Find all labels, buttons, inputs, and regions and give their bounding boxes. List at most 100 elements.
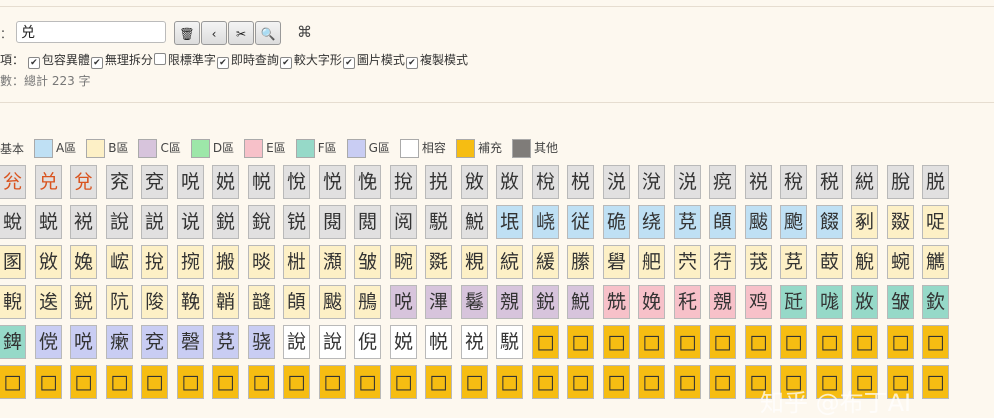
char-cell[interactable]: □ — [851, 325, 878, 359]
back-button[interactable]: ‹ — [201, 21, 227, 45]
char-cell[interactable]: 敚 — [496, 165, 523, 199]
char-cell[interactable]: 兊 — [0, 165, 26, 199]
char-cell[interactable]: 說 — [106, 205, 133, 239]
cut-button[interactable]: ✂ — [228, 21, 254, 45]
char-cell[interactable]: 毲 — [425, 245, 452, 279]
char-cell[interactable]: 錍 — [0, 325, 26, 359]
option-1[interactable]: ✔ 無理拆分 — [90, 51, 153, 69]
char-cell[interactable]: □ — [816, 325, 843, 359]
char-cell[interactable]: □ — [283, 365, 310, 399]
char-cell[interactable]: 陖 — [141, 285, 168, 319]
char-cell[interactable]: 觬 — [851, 245, 878, 279]
char-cell[interactable]: 颰 — [319, 285, 346, 319]
char-cell[interactable]: 鋭 — [70, 285, 97, 319]
char-cell[interactable]: 韼 — [248, 285, 275, 319]
char-cell[interactable]: □ — [390, 365, 417, 399]
char-cell[interactable]: □ — [532, 325, 559, 359]
char-cell[interactable]: 鋭 — [532, 285, 559, 319]
char-cell[interactable]: 磬 — [177, 325, 204, 359]
char-cell[interactable]: 覫 — [496, 285, 523, 319]
char-cell[interactable]: 縢 — [567, 245, 594, 279]
command-icon[interactable]: ⌘ — [297, 23, 312, 41]
char-cell[interactable]: 兑 — [35, 165, 62, 199]
char-cell[interactable]: 綂 — [496, 245, 523, 279]
char-cell[interactable]: □ — [0, 365, 26, 399]
char-cell[interactable]: □ — [603, 325, 630, 359]
char-cell[interactable]: □ — [638, 365, 665, 399]
char-cell[interactable]: 茙 — [745, 245, 772, 279]
option-3[interactable]: ✔ 即時查詢 — [216, 51, 279, 69]
char-cell[interactable]: 税 — [816, 165, 843, 199]
char-cell[interactable]: 鋭 — [212, 205, 239, 239]
char-cell[interactable]: □ — [212, 365, 239, 399]
char-cell[interactable]: 棁 — [567, 165, 594, 199]
option-4[interactable]: ✔ 較大字形 — [279, 51, 342, 69]
char-cell[interactable]: 脱 — [922, 165, 949, 199]
char-cell[interactable]: 脫 — [887, 165, 914, 199]
char-cell[interactable]: □ — [248, 365, 275, 399]
char-cell[interactable]: □ — [461, 365, 488, 399]
char-cell[interactable]: □ — [70, 365, 97, 399]
char-cell[interactable]: 裞 — [70, 205, 97, 239]
char-cell[interactable]: 峣 — [532, 205, 559, 239]
option-2[interactable]: 限標準字 — [153, 51, 216, 68]
char-cell[interactable]: 锐 — [283, 205, 310, 239]
char-cell[interactable]: □ — [177, 365, 204, 399]
checkbox[interactable]: ✔ — [405, 57, 418, 69]
char-cell[interactable]: □ — [141, 365, 168, 399]
char-cell[interactable]: 捝 — [425, 165, 452, 199]
option-0[interactable]: ✔ 包容異體 — [27, 51, 90, 69]
char-cell[interactable]: 娩 — [638, 285, 665, 319]
char-cell[interactable]: 涗 — [638, 165, 665, 199]
char-cell[interactable]: 頧 — [709, 205, 736, 239]
char-cell[interactable]: 兗 — [141, 165, 168, 199]
char-cell[interactable]: 倪 — [354, 325, 381, 359]
char-cell[interactable]: □ — [922, 365, 949, 399]
char-cell[interactable]: 敠 — [887, 205, 914, 239]
char-cell[interactable]: 滭 — [425, 285, 452, 319]
char-cell[interactable]: 帨 — [248, 165, 275, 199]
char-cell[interactable]: 涚 — [674, 165, 701, 199]
char-cell[interactable]: 涚 — [603, 165, 630, 199]
char-cell[interactable]: 舥 — [638, 245, 665, 279]
char-cell[interactable]: 挩 — [390, 165, 417, 199]
char-cell[interactable]: 逘 — [35, 285, 62, 319]
char-cell[interactable]: 瀩 — [319, 245, 346, 279]
char-cell[interactable]: 哤 — [816, 285, 843, 319]
char-cell[interactable]: □ — [425, 365, 452, 399]
option-5[interactable]: ✔ 圖片模式 — [342, 51, 405, 69]
char-cell[interactable]: 鮵 — [567, 285, 594, 319]
char-cell[interactable]: 説 — [141, 205, 168, 239]
char-cell[interactable]: 輗 — [0, 285, 26, 319]
char-cell[interactable]: 莌 — [212, 325, 239, 359]
checkbox[interactable] — [153, 53, 166, 65]
char-cell[interactable]: 瘶 — [106, 325, 133, 359]
char-cell[interactable]: □ — [496, 365, 523, 399]
char-cell[interactable]: 帨 — [425, 325, 452, 359]
char-cell[interactable]: □ — [567, 325, 594, 359]
char-cell[interactable]: □ — [603, 365, 630, 399]
char-cell[interactable]: 駾 — [425, 205, 452, 239]
char-cell[interactable]: 阅 — [390, 205, 417, 239]
char-cell[interactable]: 蜕 — [35, 205, 62, 239]
char-cell[interactable]: 蜿 — [887, 245, 914, 279]
char-cell[interactable]: 哾 — [70, 325, 97, 359]
char-cell[interactable]: 兖 — [106, 165, 133, 199]
char-cell[interactable]: 皱 — [887, 285, 914, 319]
char-cell[interactable]: 哫 — [922, 205, 949, 239]
char-cell[interactable]: □ — [319, 365, 346, 399]
char-cell[interactable]: 餟 — [816, 205, 843, 239]
char-cell[interactable]: 挩 — [141, 245, 168, 279]
char-cell[interactable]: 搬 — [212, 245, 239, 279]
char-cell[interactable]: 骁 — [248, 325, 275, 359]
char-cell[interactable]: 悅 — [283, 165, 310, 199]
char-cell[interactable]: 垊 — [496, 205, 523, 239]
char-cell[interactable]: 梉 — [283, 245, 310, 279]
char-cell[interactable]: 鸡 — [745, 285, 772, 319]
char-cell[interactable]: 說 — [319, 325, 346, 359]
char-cell[interactable]: 娧 — [212, 165, 239, 199]
char-cell[interactable]: 閱 — [319, 205, 346, 239]
char-cell[interactable]: 敚 — [851, 285, 878, 319]
char-cell[interactable]: 說 — [283, 325, 310, 359]
checkbox[interactable]: ✔ — [27, 57, 40, 69]
